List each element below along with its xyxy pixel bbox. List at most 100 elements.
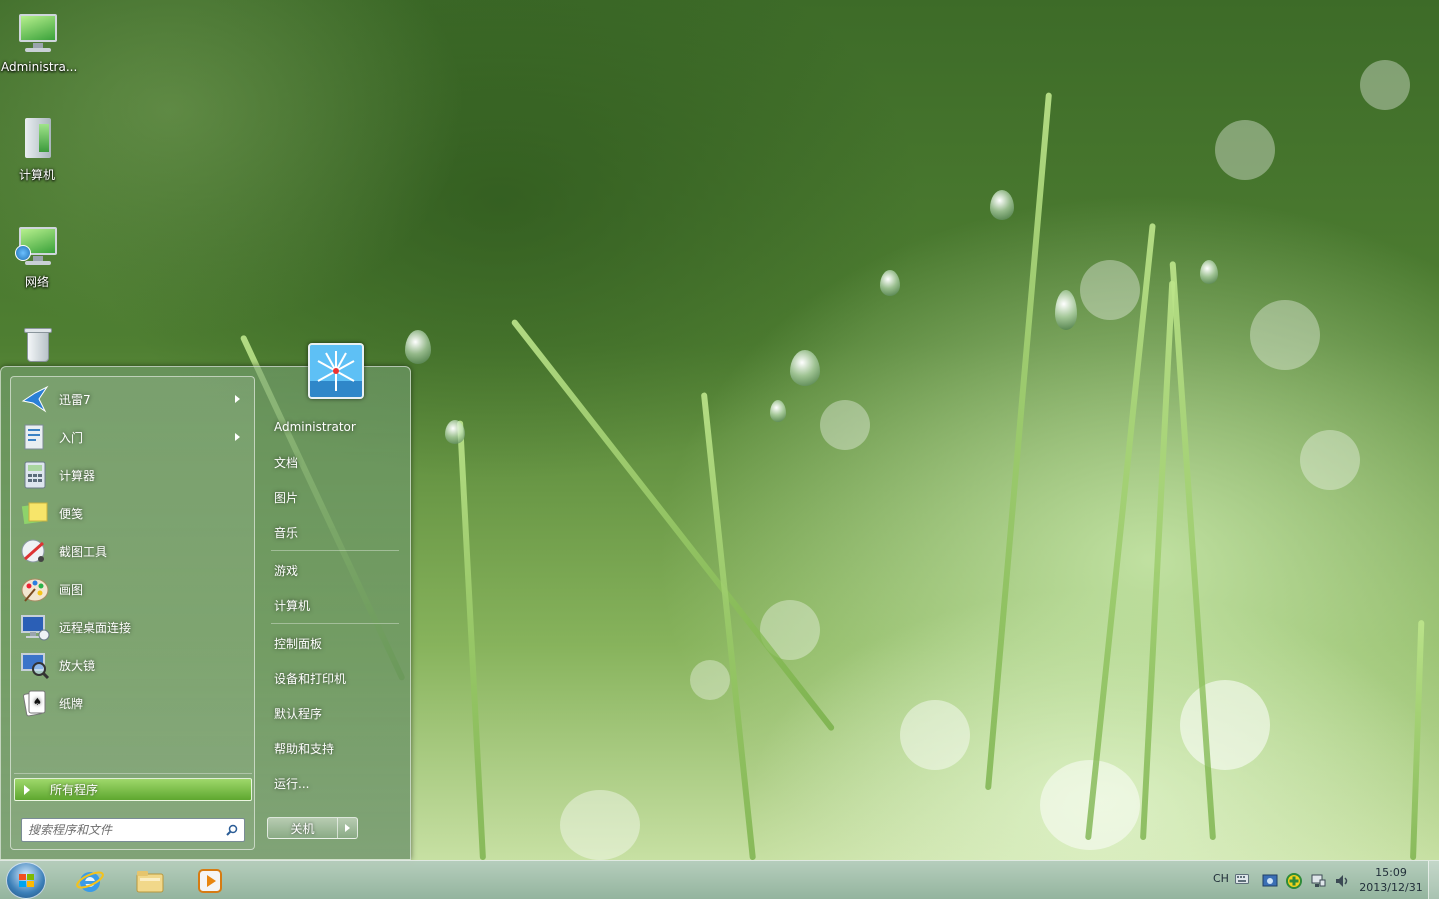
shutdown-label: 关机 (290, 821, 315, 836)
desktop-icon-computer[interactable]: 计算机 (1, 114, 73, 183)
getting-started-icon (19, 421, 51, 453)
program-item-sticky-notes[interactable]: 便笺 (14, 495, 252, 531)
media-player-icon (198, 868, 222, 893)
desktop-icon-administrator[interactable]: Administra... (1, 8, 77, 74)
water-droplet (1055, 290, 1077, 330)
link-label: 图片 (274, 490, 299, 505)
bokeh-light (1080, 260, 1140, 320)
network-tray-icon[interactable] (1262, 873, 1278, 892)
taskbar-windows-explorer[interactable] (122, 863, 178, 898)
magnifier-icon (19, 649, 51, 681)
xunlei-icon (19, 383, 51, 415)
start-button[interactable] (6, 862, 46, 899)
all-programs-label: 所有程序 (50, 783, 99, 797)
program-item-paint[interactable]: 画图 (14, 571, 252, 607)
search-input[interactable] (28, 820, 218, 840)
shutdown-button[interactable]: 关机 (268, 818, 337, 838)
shutdown-options-button[interactable] (337, 818, 357, 838)
search-box[interactable] (21, 818, 245, 842)
start-menu: 迅雷7 入门 计算器 便笺 截图工具 画图 远程桌面连接 放大镜 ♠ 纸牌 所有… (0, 343, 411, 860)
program-label: 放大镜 (59, 658, 96, 673)
bokeh-light (1300, 430, 1360, 490)
link-label: 运行... (274, 776, 310, 791)
program-item-xunlei[interactable]: 迅雷7 (14, 381, 252, 417)
program-item-magnifier[interactable]: 放大镜 (14, 647, 252, 683)
grass-blade (1410, 620, 1425, 860)
desktop-icon-label: Administra... (1, 60, 78, 74)
windmill-icon (310, 345, 362, 397)
bokeh-light (1250, 300, 1320, 370)
program-label: 便笺 (59, 506, 84, 521)
network-icon (13, 221, 61, 269)
link-run[interactable]: 运行... (263, 769, 399, 797)
desktop-icon-network[interactable]: 网络 (1, 221, 73, 290)
user-name: Administrator (274, 420, 356, 434)
snipping-tool-icon (19, 535, 51, 567)
program-item-solitaire[interactable]: ♠ 纸牌 (14, 685, 252, 721)
volume-icon[interactable] (1334, 873, 1350, 892)
link-games[interactable]: 游戏 (263, 556, 399, 584)
user-avatar[interactable] (308, 343, 364, 399)
program-item-snipping-tool[interactable]: 截图工具 (14, 533, 252, 569)
internet-explorer-icon (76, 871, 104, 892)
network-connection-icon[interactable] (1310, 873, 1326, 892)
sticky-notes-icon (19, 497, 51, 529)
divider (271, 550, 399, 551)
program-label: 画图 (59, 582, 84, 597)
bokeh-light (1180, 680, 1270, 770)
link-label: 帮助和支持 (274, 741, 335, 756)
security-center-icon[interactable] (1286, 873, 1302, 892)
submenu-arrow-icon (235, 433, 240, 441)
paint-icon (19, 573, 51, 605)
link-devices-printers[interactable]: 设备和打印机 (263, 664, 399, 692)
link-label: 游戏 (274, 563, 299, 578)
keyboard-icon[interactable] (1235, 874, 1249, 887)
user-folder-monitor-icon (13, 8, 61, 56)
link-computer[interactable]: 计算机 (263, 591, 399, 619)
program-item-calculator[interactable]: 计算器 (14, 457, 252, 493)
clock-time: 15:09 (1375, 866, 1407, 879)
bokeh-light (1360, 60, 1410, 110)
link-documents[interactable]: 文档 (263, 448, 399, 476)
desktop-icon-label: 计算机 (18, 168, 55, 182)
program-label: 纸牌 (59, 696, 84, 711)
water-droplet (880, 270, 900, 296)
link-label: 默认程序 (274, 706, 323, 721)
water-droplet (405, 330, 431, 364)
program-label: 迅雷7 (59, 392, 91, 407)
bokeh-light (820, 400, 870, 450)
folder-icon (136, 870, 164, 892)
link-control-panel[interactable]: 控制面板 (263, 629, 399, 657)
computer-icon (13, 114, 61, 162)
show-desktop-button[interactable] (1428, 861, 1439, 899)
taskbar-media-player[interactable] (182, 863, 238, 898)
language-indicator[interactable]: CH (1213, 872, 1229, 885)
water-droplet (445, 420, 465, 444)
bokeh-light (1215, 120, 1275, 180)
link-label: 文档 (274, 455, 299, 470)
system-clock[interactable]: 15:09 2013/12/31 (1358, 865, 1424, 895)
shutdown-control: 关机 (267, 817, 358, 839)
program-label: 计算器 (59, 468, 96, 483)
program-item-getting-started[interactable]: 入门 (14, 419, 252, 455)
link-help-support[interactable]: 帮助和支持 (263, 734, 399, 762)
taskbar: CH 15:09 2013/12/31 (0, 860, 1439, 899)
taskbar-internet-explorer[interactable] (62, 863, 118, 898)
link-music[interactable]: 音乐 (263, 518, 399, 546)
divider (14, 773, 252, 774)
all-programs-button[interactable]: 所有程序 (14, 778, 252, 801)
link-default-programs[interactable]: 默认程序 (263, 699, 399, 727)
expand-arrow-icon (24, 784, 30, 795)
program-label: 截图工具 (59, 544, 108, 559)
chevron-right-icon (345, 824, 350, 832)
link-label: 音乐 (274, 525, 299, 540)
program-item-remote-desktop[interactable]: 远程桌面连接 (14, 609, 252, 645)
search-icon[interactable] (226, 824, 238, 836)
water-droplet (1200, 260, 1218, 284)
link-label: 控制面板 (274, 636, 323, 651)
user-name-link[interactable]: Administrator (263, 413, 399, 441)
solitaire-icon: ♠ (19, 687, 51, 719)
link-pictures[interactable]: 图片 (263, 483, 399, 511)
program-label: 远程桌面连接 (59, 620, 132, 635)
submenu-arrow-icon (235, 395, 240, 403)
